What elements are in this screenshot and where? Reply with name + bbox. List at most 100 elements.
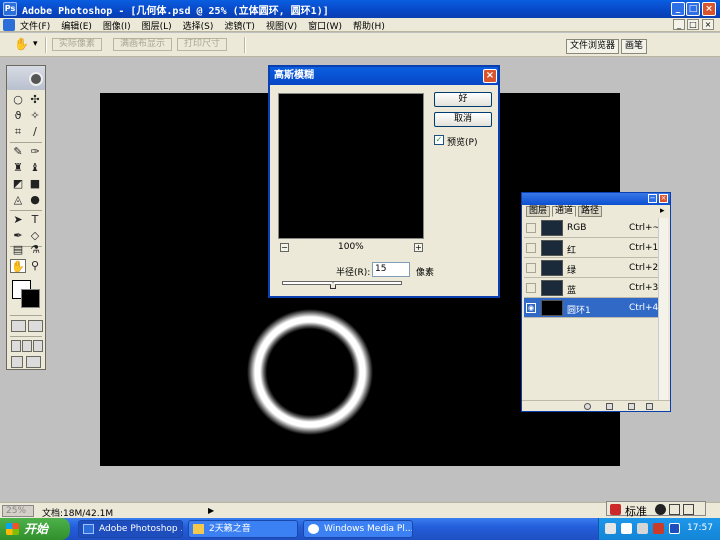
- language-icon[interactable]: [669, 523, 680, 534]
- tab-channels[interactable]: 通道: [552, 206, 577, 217]
- app-title-bar[interactable]: Ps Adobe Photoshop - [几何体.psd @ 25% (立体圆…: [0, 0, 720, 18]
- channel-row-blue[interactable]: 蓝 Ctrl+3: [524, 278, 658, 298]
- menu-filter[interactable]: 滤镜(T): [224, 19, 255, 32]
- channel-row-ring1[interactable]: ◉ 圆环1 Ctrl+4: [524, 298, 658, 318]
- visibility-toggle[interactable]: [526, 263, 536, 273]
- channel-row-rgb[interactable]: RGB Ctrl+~: [524, 218, 660, 238]
- new-channel-icon[interactable]: [628, 403, 635, 410]
- eraser-tool-icon[interactable]: ◩: [10, 177, 26, 191]
- soft-keyboard-icon[interactable]: [683, 504, 694, 515]
- jump-to-imageready-icon[interactable]: [11, 356, 23, 368]
- zoom-tool-icon[interactable]: ⚲: [27, 259, 43, 273]
- blur-tool-icon[interactable]: ◬: [10, 193, 26, 207]
- security-alert-icon[interactable]: [653, 523, 664, 534]
- fit-on-screen-button[interactable]: 满画布显示: [113, 38, 173, 51]
- maximize-button[interactable]: □: [686, 2, 700, 16]
- tool-preset-dropdown-icon[interactable]: ▾: [33, 39, 38, 49]
- task-folder[interactable]: 2天籁之音: [188, 520, 298, 538]
- panel-title-bar[interactable]: − ×: [522, 193, 670, 205]
- zoom-out-button[interactable]: −: [280, 243, 289, 252]
- tab-layers[interactable]: 图层: [526, 206, 551, 217]
- channel-row-green[interactable]: 绿 Ctrl+2: [524, 258, 658, 278]
- notes-tool-icon[interactable]: ▤: [10, 243, 26, 257]
- task-photoshop[interactable]: Adobe Photoshop ...: [78, 520, 183, 538]
- imageready-logo-icon[interactable]: [26, 356, 41, 368]
- file-browser-tab[interactable]: 文件浏览器: [566, 39, 620, 54]
- load-selection-icon[interactable]: [584, 403, 591, 410]
- blur-preview[interactable]: [278, 93, 424, 239]
- slice-tool-icon[interactable]: ∕: [27, 125, 43, 139]
- visibility-toggle[interactable]: [526, 283, 536, 293]
- path-selection-tool-icon[interactable]: ➤: [10, 213, 26, 227]
- brushes-tab[interactable]: 画笔: [621, 39, 648, 54]
- visibility-toggle[interactable]: [526, 223, 536, 233]
- status-menu-arrow-icon[interactable]: ▶: [208, 506, 214, 515]
- close-button[interactable]: ×: [702, 2, 716, 16]
- menu-layer[interactable]: 图层(L): [142, 19, 172, 32]
- radius-slider-track[interactable]: [282, 281, 402, 285]
- dialog-title[interactable]: 高斯模糊: [270, 67, 498, 85]
- magic-wand-tool-icon[interactable]: ✧: [27, 109, 43, 123]
- ime-logo-icon[interactable]: [610, 504, 621, 515]
- zoom-field[interactable]: 25%: [2, 505, 34, 517]
- channel-row-red[interactable]: 红 Ctrl+1: [524, 238, 658, 258]
- doc-close-button[interactable]: ×: [702, 19, 714, 30]
- shape-tool-icon[interactable]: ◇: [27, 229, 43, 243]
- full-screen-menu-mode-icon[interactable]: [22, 340, 32, 352]
- full-screen-mode-icon[interactable]: [33, 340, 43, 352]
- hand-tool-icon[interactable]: ✋: [14, 37, 29, 51]
- preview-checkbox[interactable]: ✓: [434, 135, 444, 145]
- dialog-close-button[interactable]: ×: [483, 69, 497, 83]
- menu-file[interactable]: 文件(F): [20, 19, 50, 32]
- menu-help[interactable]: 帮助(H): [353, 19, 385, 32]
- help-icon[interactable]: [621, 523, 632, 534]
- ok-button[interactable]: 好: [434, 92, 492, 107]
- task-media-player[interactable]: Windows Media Pl...: [303, 520, 413, 538]
- clone-stamp-tool-icon[interactable]: ♜: [10, 161, 26, 175]
- standard-screen-mode-icon[interactable]: [11, 340, 21, 352]
- trash-icon[interactable]: [646, 403, 653, 410]
- panel-close-button[interactable]: ×: [659, 194, 668, 203]
- start-button[interactable]: 开始: [0, 518, 70, 540]
- menu-select[interactable]: 选择(S): [183, 19, 214, 32]
- type-tool-icon[interactable]: T: [27, 213, 43, 227]
- document-icon[interactable]: [3, 19, 15, 31]
- visibility-toggle[interactable]: [526, 243, 536, 253]
- half-width-icon[interactable]: [655, 504, 666, 515]
- eye-icon[interactable]: ◉: [526, 303, 536, 313]
- actual-pixels-button[interactable]: 实际像素: [52, 38, 103, 51]
- network-icon[interactable]: [605, 523, 616, 534]
- save-selection-icon[interactable]: [606, 403, 613, 410]
- background-color-swatch[interactable]: [21, 289, 40, 308]
- tab-paths[interactable]: 路径: [578, 206, 603, 217]
- gradient-tool-icon[interactable]: ■: [27, 177, 43, 191]
- adobe-online-icon[interactable]: [29, 72, 43, 86]
- zoom-in-button[interactable]: +: [414, 243, 423, 252]
- menu-edit[interactable]: 编辑(E): [61, 19, 92, 32]
- ime-mode[interactable]: 标准: [625, 503, 647, 519]
- pen-tool-icon[interactable]: ✒: [10, 229, 26, 243]
- cancel-button[interactable]: 取消: [434, 112, 492, 127]
- panel-scrollbar[interactable]: [658, 218, 668, 400]
- minimize-button[interactable]: _: [671, 2, 685, 16]
- doc-minimize-button[interactable]: _: [673, 19, 685, 30]
- healing-brush-tool-icon[interactable]: ✎: [10, 145, 26, 159]
- punctuation-icon[interactable]: [669, 504, 680, 515]
- hand-tool-icon[interactable]: ✋: [10, 259, 26, 273]
- dodge-tool-icon[interactable]: ●: [27, 193, 43, 207]
- quick-mask-mode-icon[interactable]: [28, 320, 43, 332]
- standard-mode-icon[interactable]: [11, 320, 26, 332]
- print-size-button[interactable]: 打印尺寸: [177, 38, 228, 51]
- marquee-tool-icon[interactable]: ○: [10, 93, 26, 107]
- menu-window[interactable]: 窗口(W): [308, 19, 342, 32]
- menu-image[interactable]: 图像(I): [103, 19, 131, 32]
- panel-menu-arrow-icon[interactable]: ▸: [660, 206, 665, 216]
- toolbox-header[interactable]: [7, 66, 45, 90]
- panel-minimize-button[interactable]: −: [648, 194, 657, 203]
- volume-icon[interactable]: [637, 523, 648, 534]
- lasso-tool-icon[interactable]: ϑ: [10, 109, 26, 123]
- doc-restore-button[interactable]: □: [687, 19, 699, 30]
- eyedropper-tool-icon[interactable]: ⚗: [27, 243, 43, 257]
- menu-view[interactable]: 视图(V): [266, 19, 297, 32]
- radius-input[interactable]: 15: [372, 262, 410, 277]
